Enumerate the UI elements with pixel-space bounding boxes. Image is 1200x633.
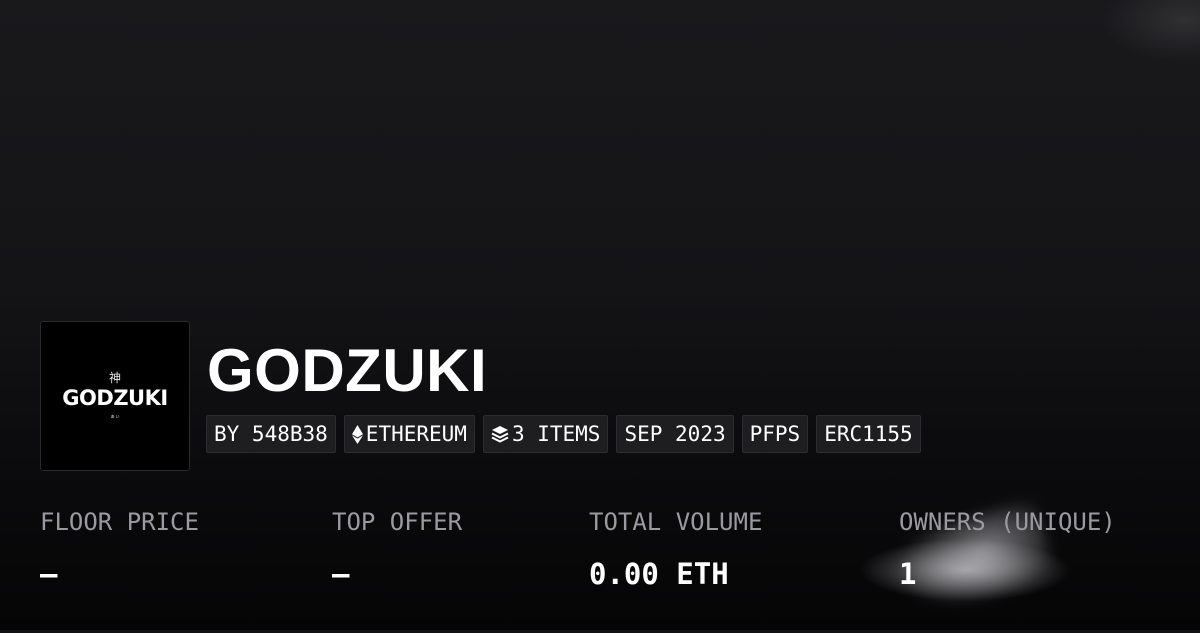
stat-value: 1 — [899, 557, 917, 591]
collection-title: GODZUKI — [207, 337, 488, 404]
tag-row: BY 548B38 ETHEREUM 3 ITEMS SEP 2023 PFPS… — [206, 415, 921, 453]
stat-floor-price: FLOOR PRICE – — [40, 505, 199, 594]
tag-category-label: PFPS — [749, 422, 801, 446]
tag-chain[interactable]: ETHEREUM — [343, 415, 475, 453]
stat-value: – — [40, 557, 58, 591]
tag-date[interactable]: SEP 2023 — [616, 415, 734, 453]
logo-wordmark: GODZUKI — [62, 386, 168, 410]
stat-top-offer: TOP OFFER – — [332, 505, 462, 594]
tag-items-label: 3 ITEMS — [511, 422, 601, 446]
tag-chain-label: ETHEREUM — [365, 422, 467, 446]
tag-creator-label: BY 548B38 — [214, 422, 328, 446]
layers-icon — [491, 425, 509, 443]
stat-total-volume: TOTAL VOLUME 0.00 ETH — [589, 505, 762, 594]
tag-standard[interactable]: ERC1155 — [816, 415, 921, 453]
logo-subtext: ぁぃ — [109, 414, 120, 420]
logo-kanji: 神 — [108, 371, 121, 385]
stat-label: OWNERS (UNIQUE) — [899, 508, 1116, 536]
tag-items[interactable]: 3 ITEMS — [482, 415, 609, 453]
stat-label: TOP OFFER — [332, 508, 463, 536]
stat-label: TOTAL VOLUME — [589, 508, 763, 536]
ethereum-icon — [351, 424, 363, 444]
stat-label: FLOOR PRICE — [40, 508, 199, 536]
tag-creator[interactable]: BY 548B38 — [206, 415, 336, 453]
stat-owners: OWNERS (UNIQUE) 1 — [899, 505, 1116, 594]
stat-value: 0.00 ETH — [589, 557, 729, 591]
tag-date-label: SEP 2023 — [624, 422, 726, 446]
tag-category[interactable]: PFPS — [741, 415, 809, 453]
tag-standard-label: ERC1155 — [824, 422, 913, 446]
collection-logo: 神 GODZUKI ぁぃ — [40, 321, 190, 471]
stat-value: – — [332, 557, 350, 591]
